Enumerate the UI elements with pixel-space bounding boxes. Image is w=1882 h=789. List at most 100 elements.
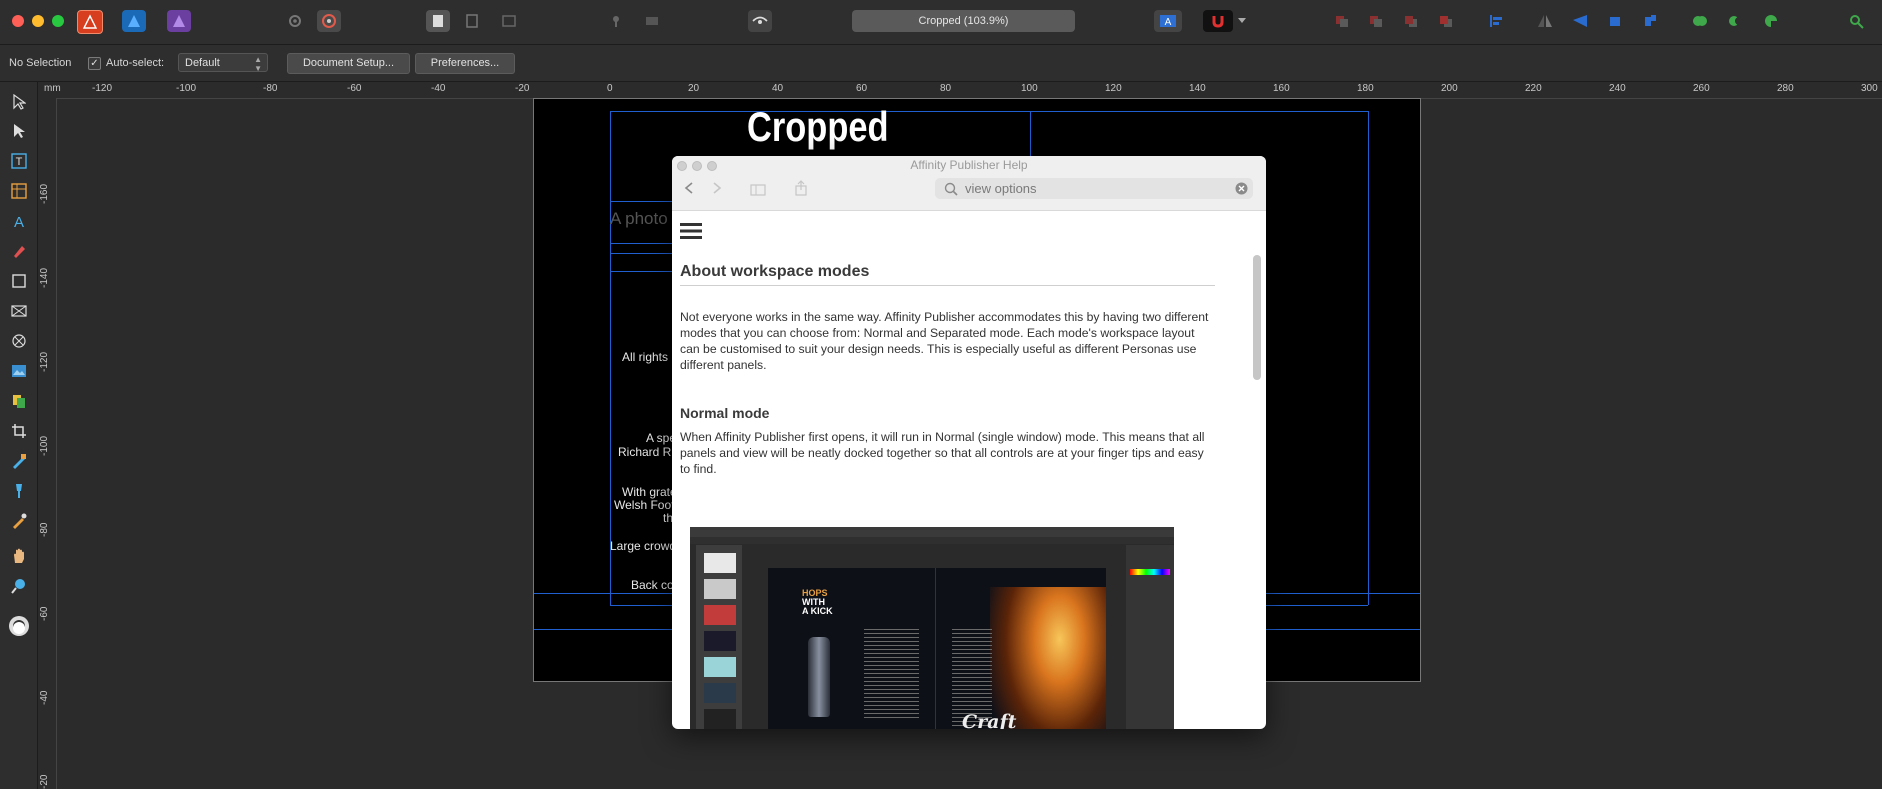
view-tool-icon[interactable] (8, 546, 30, 566)
rights-text[interactable]: All rights r (622, 350, 675, 364)
document-heading[interactable]: Cropped (747, 103, 889, 151)
move-front-icon[interactable] (1434, 10, 1458, 32)
ruler-tick-label: -80 (263, 83, 278, 94)
snapping-icon[interactable] (1203, 10, 1233, 32)
crop-tool-icon[interactable] (8, 421, 30, 441)
intersect-shapes-icon[interactable] (1759, 10, 1783, 32)
flip-vertical-icon[interactable] (1568, 10, 1592, 32)
ruler-tick-label: 200 (1441, 83, 1458, 94)
preferences-icon[interactable] (317, 10, 341, 32)
dropdown-arrows-icon: ▲ ▼ (254, 55, 262, 73)
publisher-persona-icon[interactable] (77, 10, 103, 34)
autoselect-checkbox[interactable]: ✓ (88, 57, 101, 70)
sidebar-toggle-icon[interactable] (750, 183, 766, 201)
document-setup-button[interactable]: Document Setup... (287, 53, 410, 74)
workspace-screenshot-image: HOPS WITH A KICK Craft (690, 527, 1174, 729)
rotate-left-icon[interactable] (1603, 10, 1627, 32)
ruler-tick-label: 20 (688, 83, 700, 94)
zoom-window-button[interactable] (52, 15, 64, 27)
help-search-field[interactable]: view options (935, 178, 1253, 199)
image-brand-logo: Craft (962, 711, 1017, 729)
ruler-tick-label: 140 (1189, 83, 1206, 94)
ruler-tick-label: 100 (1021, 83, 1038, 94)
studio-toggle-icon[interactable] (1845, 10, 1869, 32)
normal-mode-paragraph: When Affinity Publisher first opens, it … (680, 430, 1205, 476)
preferences-button[interactable]: Preferences... (415, 53, 515, 74)
help-search-input[interactable]: view options (965, 181, 1037, 196)
autoselect-dropdown[interactable]: Default ▲ ▼ (178, 53, 268, 73)
ruler-tick-label: -120 (39, 351, 50, 372)
gratitude-text-line-1[interactable]: With grate (622, 485, 677, 499)
ruler-tick-label: 300 (1861, 83, 1878, 94)
picture-frame-tool-icon[interactable] (8, 301, 30, 321)
autoselect-label: Auto-select: (106, 57, 165, 69)
ruler-tick-label: -40 (39, 690, 50, 705)
subtract-shapes-icon[interactable] (1724, 10, 1748, 32)
fill-tool-icon[interactable] (8, 451, 30, 471)
ruler-tick-label: -100 (39, 435, 50, 456)
clear-search-icon[interactable] (1235, 182, 1248, 200)
ruler-tick-label: -120 (92, 83, 113, 94)
special-text-line-2[interactable]: Richard Ru (618, 445, 678, 459)
pen-tool-icon[interactable] (8, 241, 30, 261)
photo-persona-icon[interactable] (167, 10, 191, 32)
document-title-pill[interactable]: Cropped (103.9%) (852, 10, 1075, 32)
svg-text:A: A (14, 214, 24, 229)
help-scrollbar[interactable] (1253, 255, 1261, 380)
rotate-right-icon[interactable] (1638, 10, 1662, 32)
hamburger-menu-icon[interactable] (680, 222, 702, 245)
help-minimize-button[interactable] (692, 161, 702, 171)
add-shapes-icon[interactable] (1688, 10, 1712, 32)
spread-tool-icon[interactable] (8, 391, 30, 411)
ruler-tick-label: -100 (176, 83, 197, 94)
place-image-tool-icon[interactable] (8, 361, 30, 381)
text-frame-icon[interactable]: A (1154, 10, 1182, 32)
back-icon[interactable] (684, 181, 694, 200)
zoom-tool-icon[interactable] (8, 576, 30, 596)
ruler-tick-label: 280 (1777, 83, 1794, 94)
photo-caption-text[interactable]: A photo (610, 209, 668, 229)
ruler-tick-label: 0 (607, 83, 613, 94)
move-tool-icon[interactable] (8, 92, 30, 112)
flip-horizontal-icon[interactable] (1533, 10, 1557, 32)
flip-icon[interactable] (640, 10, 664, 32)
vertical-ruler[interactable]: -160 -140 -120 -100 -80 -60 -40 -20 (38, 98, 57, 789)
help-zoom-button[interactable] (707, 161, 717, 171)
minimize-window-button[interactable] (32, 15, 44, 27)
designer-persona-icon[interactable] (122, 10, 146, 32)
frame-text-tool-icon[interactable]: T (8, 151, 30, 171)
color-picker-tool-icon[interactable] (8, 511, 30, 531)
horizontal-ruler[interactable]: mm -120 -100 -80 -60 -40 -20 0 20 40 60 80 100 120 14… (38, 82, 1882, 99)
bleed-view-icon[interactable] (460, 10, 484, 32)
context-toolbar: No Selection Auto-select: Document Setup… (0, 45, 1882, 82)
ruler-tick-label: 260 (1693, 83, 1710, 94)
rectangle-tool-icon[interactable] (8, 271, 30, 291)
normal-view-icon[interactable] (426, 10, 450, 32)
tools-panel: T A (0, 82, 38, 789)
normal-mode-heading: Normal mode (680, 405, 770, 421)
help-content[interactable]: About workspace modes Not everyone works… (672, 211, 1266, 729)
node-tool-icon[interactable] (8, 121, 30, 141)
snapping-dropdown-icon[interactable] (1235, 10, 1249, 32)
share-icon[interactable] (794, 180, 808, 201)
help-close-button[interactable] (677, 161, 687, 171)
preview-view-icon[interactable] (497, 10, 521, 32)
move-forward-icon[interactable] (1399, 10, 1423, 32)
ruler-unit: mm (44, 83, 61, 94)
artistic-text-tool-icon[interactable]: A (8, 211, 30, 231)
move-back-icon[interactable] (1330, 10, 1354, 32)
pin-icon[interactable] (604, 10, 628, 32)
table-tool-icon[interactable] (8, 181, 30, 201)
close-window-button[interactable] (12, 15, 24, 27)
align-left-icon[interactable] (1484, 10, 1508, 32)
help-window-title: Affinity Publisher Help (910, 158, 1028, 172)
color-swatch-icon[interactable] (8, 614, 30, 642)
settings-icon[interactable] (283, 10, 307, 32)
ellipse-frame-tool-icon[interactable] (8, 331, 30, 351)
forward-icon[interactable] (712, 181, 722, 200)
move-backward-icon[interactable] (1364, 10, 1388, 32)
transparency-tool-icon[interactable] (8, 481, 30, 501)
vision-icon[interactable] (748, 10, 772, 32)
intro-paragraph: Not everyone works in the same way. Affi… (680, 310, 1209, 372)
margin-guide (1368, 111, 1369, 605)
